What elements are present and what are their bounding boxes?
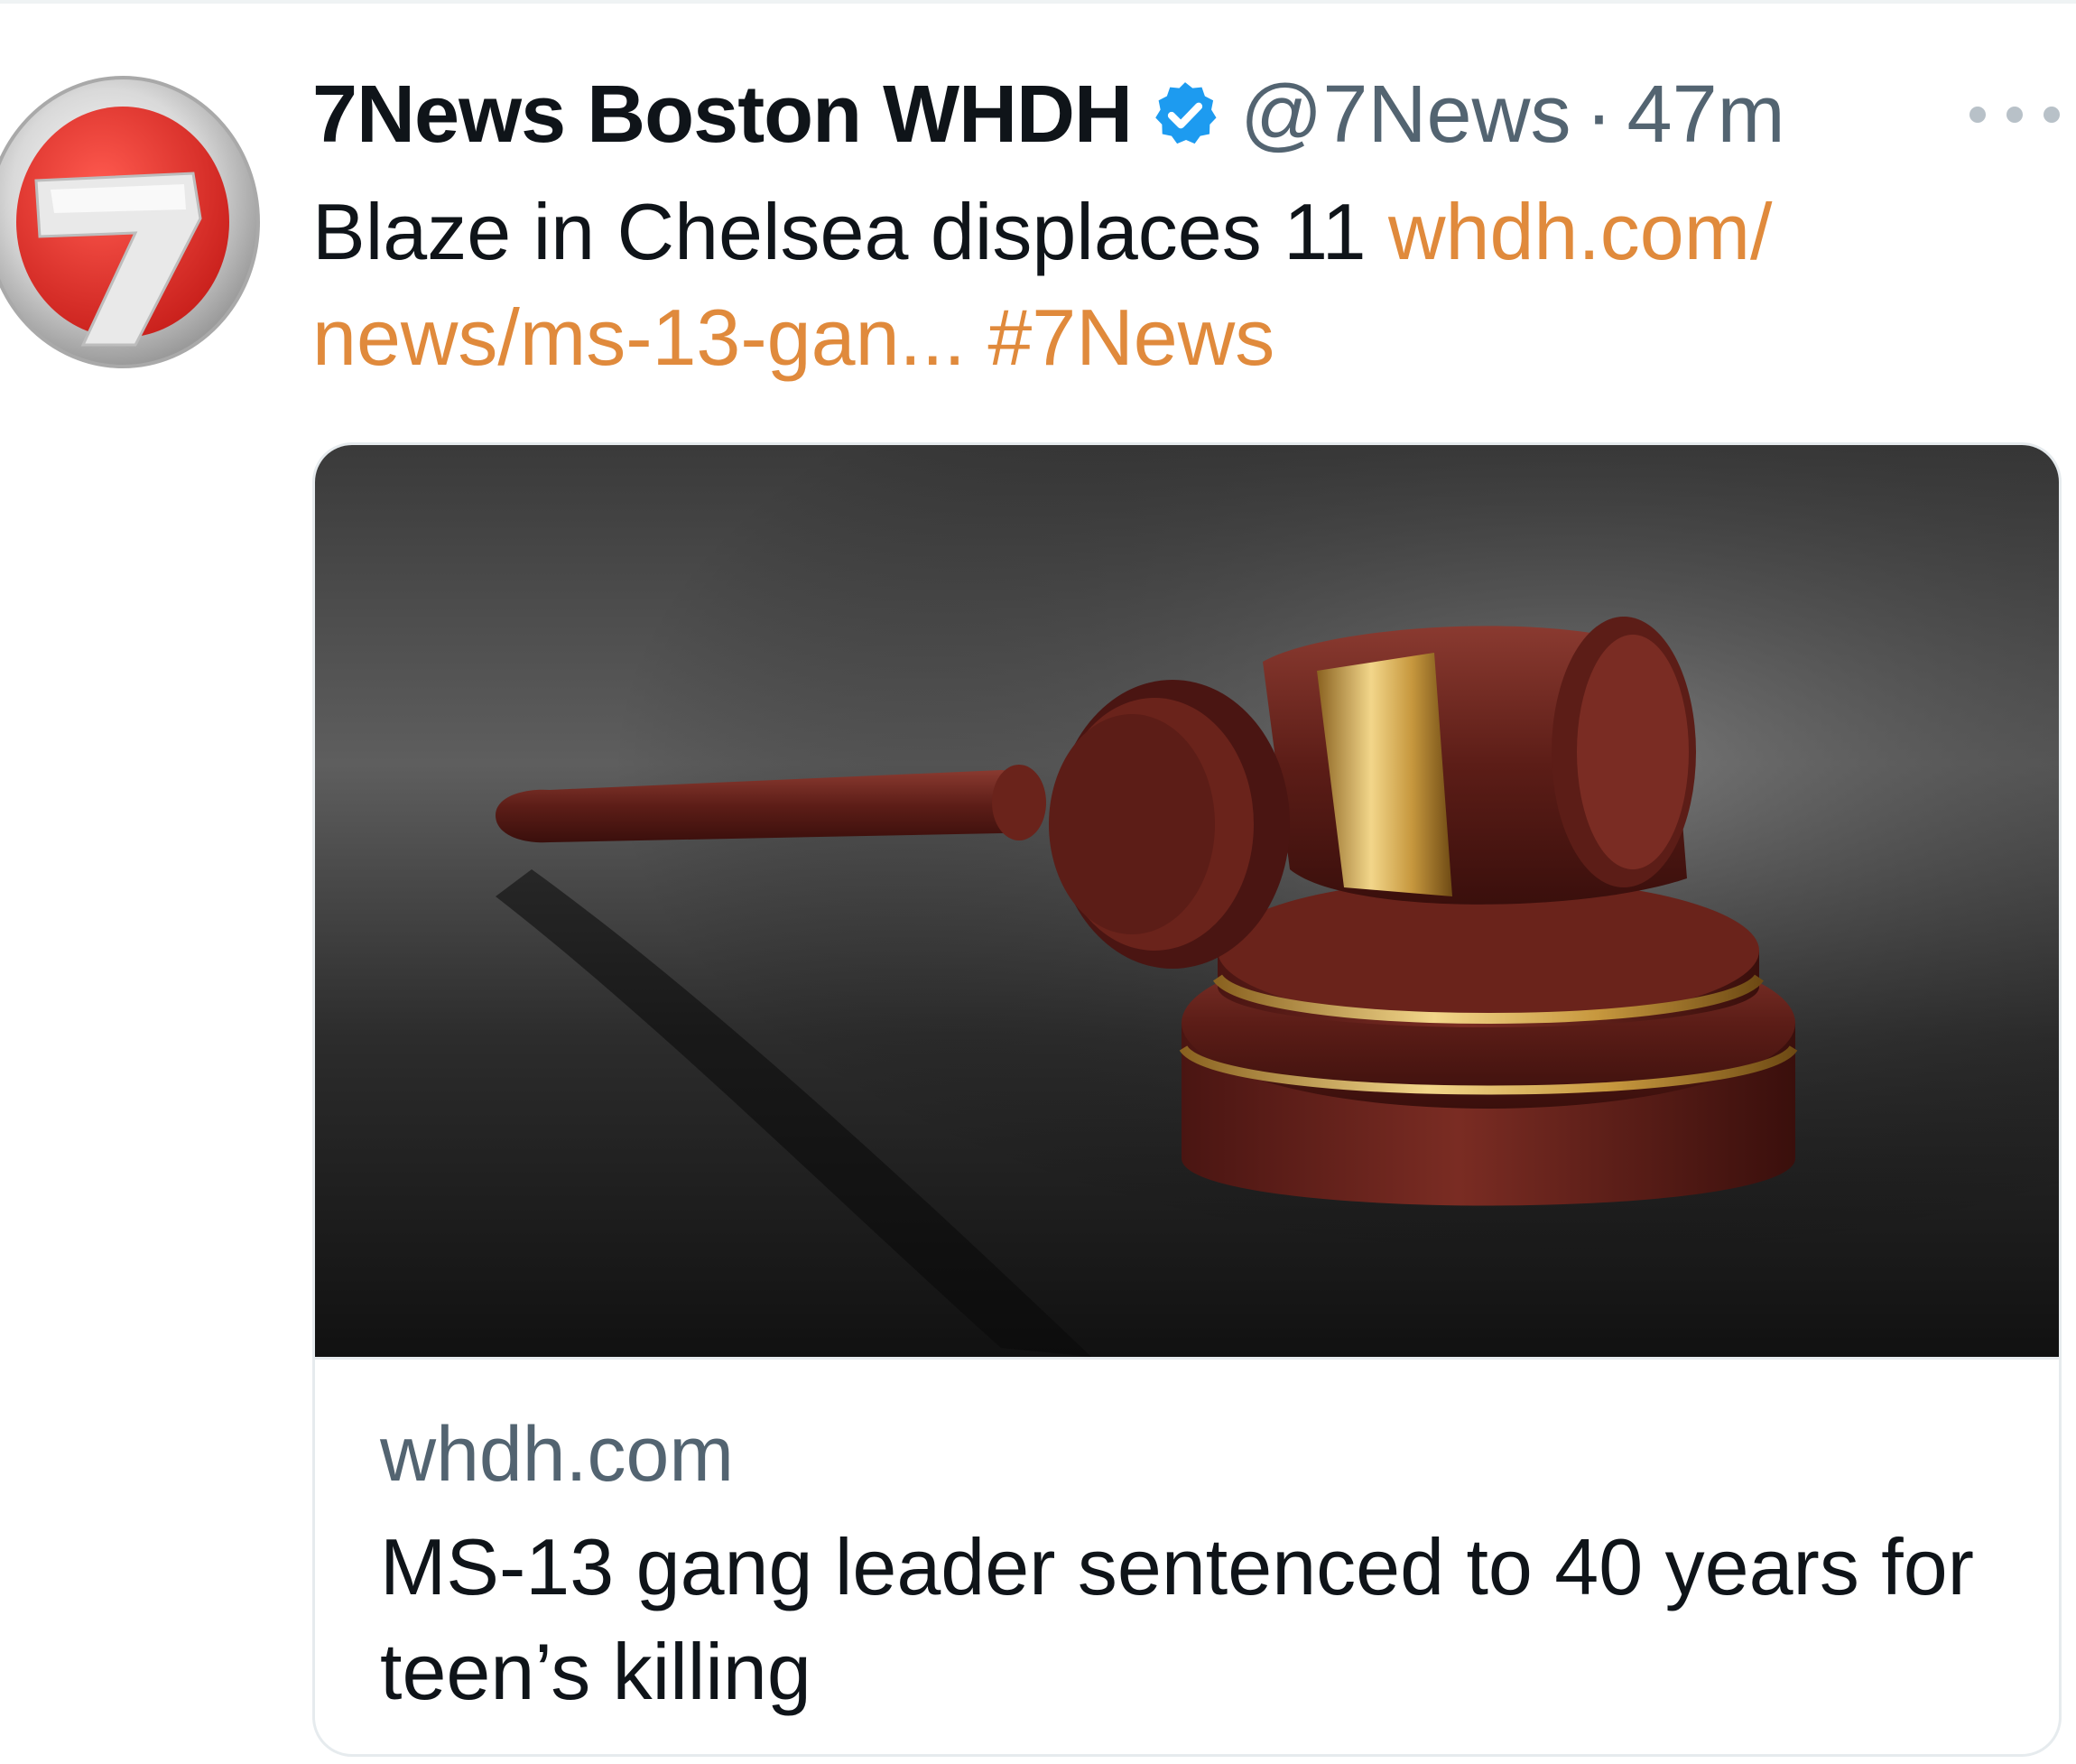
tweet-text: Blaze in Chelsea displaces 11 whdh.com/n… <box>312 179 1937 390</box>
card-title: MS-13 gang leader sentenced to 40 years … <box>380 1522 1974 1716</box>
verified-badge-icon <box>1148 78 1222 152</box>
timestamp[interactable]: 47m <box>1627 69 1785 162</box>
tweet-header: 7News Boston WHDH @7News · 47m <box>312 65 1785 164</box>
card-meta[interactable]: whdh.com MS-13 gang leader sentenced to … <box>315 1357 2059 1754</box>
more-options-icon[interactable] <box>1969 101 2060 128</box>
avatar[interactable] <box>0 74 269 370</box>
separator-dot: · <box>1585 69 1613 160</box>
tweet-body: Blaze in Chelsea displaces 11 <box>312 187 1367 276</box>
link-preview-card[interactable]: whdh.com MS-13 gang leader sentenced to … <box>312 442 2062 1757</box>
7news-logo-icon <box>0 76 260 368</box>
user-handle[interactable]: @7News <box>1240 69 1571 162</box>
gavel-image <box>315 445 2059 1357</box>
top-divider <box>0 0 2076 4</box>
card-domain: whdh.com <box>380 1411 734 1498</box>
hashtag-link[interactable]: #7News <box>987 292 1274 382</box>
display-name[interactable]: 7News Boston WHDH <box>312 69 1133 162</box>
